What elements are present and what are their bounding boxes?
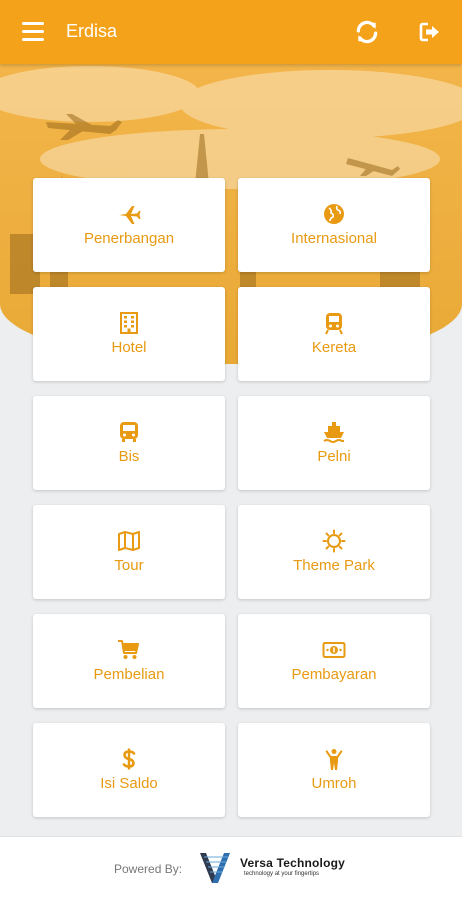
sun-icon: [322, 529, 346, 553]
menu-card-label: Theme Park: [293, 557, 375, 574]
menu-card-label: Pelni: [317, 448, 351, 465]
company-name: Versa Technology: [240, 856, 346, 870]
menu-card-label: Umroh: [311, 775, 357, 792]
refresh-icon[interactable]: [354, 19, 380, 45]
menu-card-pembayaran[interactable]: Pembayaran: [238, 614, 430, 708]
ship-icon: [323, 422, 344, 443]
menu-card-bis[interactable]: Bis: [33, 396, 225, 490]
menu-card-penerbangan[interactable]: Penerbangan: [33, 178, 225, 272]
map-icon: [118, 531, 140, 551]
menu-card-umroh[interactable]: Umroh: [238, 723, 430, 817]
menu-card-label: Penerbangan: [83, 230, 175, 247]
dollar-icon: [122, 748, 136, 770]
logout-icon[interactable]: [418, 20, 442, 44]
menu-card-kereta[interactable]: Kereta: [238, 287, 430, 381]
person-praying-icon: [325, 749, 343, 770]
building-icon: [120, 312, 138, 334]
versa-technology-logo: [200, 853, 230, 883]
company-tagline: technology at your fingertips: [244, 871, 320, 877]
train-icon: [325, 313, 343, 335]
app-title: Erdisa: [66, 21, 118, 41]
menu-card-pelni[interactable]: Pelni: [238, 396, 430, 490]
menu-card-label: Bis: [118, 448, 140, 465]
menu-card-tour[interactable]: Tour: [33, 505, 225, 599]
powered-by-label: Powered By:: [114, 862, 183, 876]
menu-card-label: Internasional: [291, 230, 377, 247]
menu-card-label: Hotel: [111, 339, 147, 356]
shopping-cart-icon: [118, 640, 139, 659]
menu-card-label: Pembayaran: [291, 666, 377, 683]
app-bar: Erdisa: [0, 0, 462, 64]
menu-card-label: Kereta: [311, 339, 357, 356]
menu-card-label: Pembelian: [93, 666, 165, 683]
menu-card-hotel[interactable]: Hotel: [33, 287, 225, 381]
footer: Powered By: Versa Technology technology …: [0, 836, 462, 901]
menu-card-theme-park[interactable]: Theme Park: [238, 505, 430, 599]
menu-card-internasional[interactable]: Internasional: [238, 178, 430, 272]
globe-icon: [324, 204, 344, 224]
menu-card-pembelian[interactable]: Pembelian: [33, 614, 225, 708]
money-icon: [322, 642, 346, 658]
hamburger-menu-icon[interactable]: [22, 22, 44, 42]
menu-card-label: Tour: [114, 557, 144, 574]
bus-icon: [120, 422, 138, 442]
menu-card-label: Isi Saldo: [100, 775, 158, 792]
menu-card-isi-saldo[interactable]: Isi Saldo: [33, 723, 225, 817]
airplane-icon: [119, 206, 141, 224]
